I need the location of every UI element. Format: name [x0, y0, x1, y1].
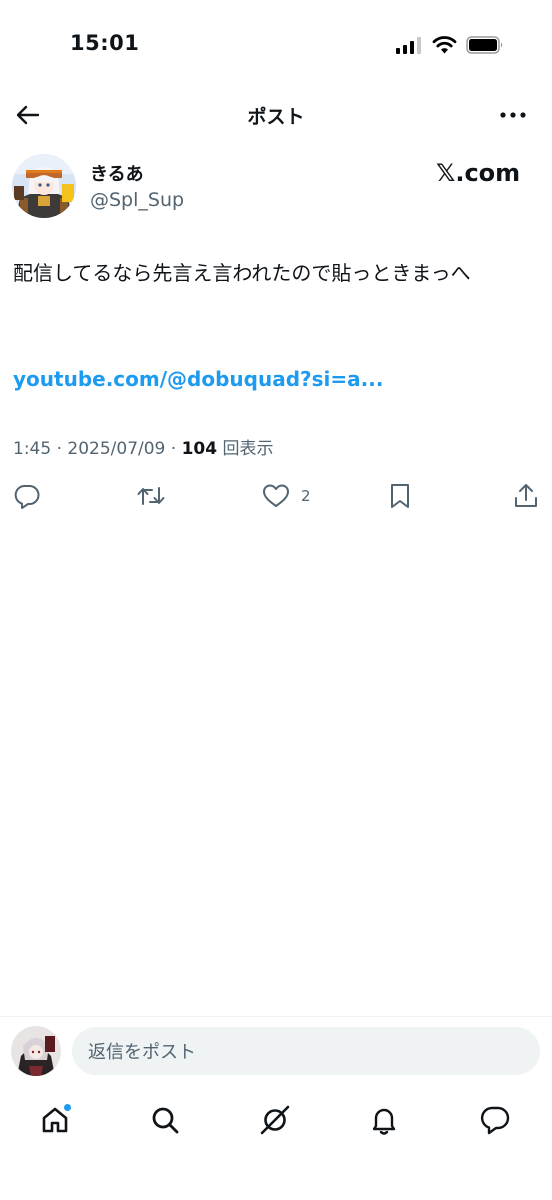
status-bar: 15:01	[0, 0, 552, 90]
author-display-name[interactable]: きるあ	[90, 160, 144, 186]
top-nav: ポスト	[0, 90, 552, 140]
heart-icon	[263, 484, 289, 507]
author-handle[interactable]: @Spl_Sup	[90, 189, 184, 211]
bookmark-button[interactable]	[387, 481, 413, 511]
reply-divider	[0, 1016, 552, 1017]
view-count: 104	[181, 439, 218, 459]
like-count: 2	[301, 487, 311, 505]
action-bar: 2	[0, 478, 552, 514]
more-horizontal-icon[interactable]	[498, 103, 528, 127]
battery-icon	[466, 36, 503, 54]
grok-icon	[260, 1105, 290, 1135]
tab-grok[interactable]	[255, 1100, 295, 1140]
share-icon	[515, 484, 537, 507]
view-label: 回表示	[217, 439, 274, 459]
post-timestamp: 1:45 · 2025/07/09 ·	[13, 439, 182, 459]
post-meta: 1:45 · 2025/07/09 · 104 回表示	[13, 434, 274, 459]
post-link[interactable]: youtube.com/@dobuquad?si=a...	[13, 367, 383, 391]
tab-home[interactable]	[35, 1100, 75, 1140]
avatar[interactable]	[12, 154, 76, 218]
current-user-avatar[interactable]	[11, 1026, 61, 1076]
reply-icon	[14, 485, 40, 509]
share-button[interactable]	[512, 481, 540, 511]
bookmark-icon	[391, 484, 409, 508]
status-time: 15:01	[70, 31, 140, 55]
bottom-tab-bar	[0, 1090, 552, 1150]
home-notification-dot	[63, 1103, 72, 1112]
source-tag: 𝕏.com	[436, 159, 521, 187]
tab-search[interactable]	[145, 1100, 185, 1140]
bell-icon	[372, 1108, 396, 1135]
repost-icon	[137, 487, 165, 505]
reply-input[interactable]: 返信をポスト	[72, 1027, 540, 1075]
cellular-signal-icon	[396, 36, 422, 54]
tab-messages[interactable]	[475, 1100, 515, 1140]
repost-button[interactable]	[136, 481, 166, 511]
like-button[interactable]: 2	[261, 481, 311, 511]
reply-button[interactable]	[13, 481, 41, 511]
messages-icon	[480, 1106, 510, 1135]
search-icon	[152, 1107, 179, 1134]
home-indicator	[209, 1180, 344, 1185]
post-text: 配信してるなら先言え言われたので貼っときまっへ	[13, 261, 471, 285]
page-title: ポスト	[247, 106, 305, 128]
wifi-icon	[432, 36, 457, 54]
tab-notifications[interactable]	[364, 1100, 404, 1140]
